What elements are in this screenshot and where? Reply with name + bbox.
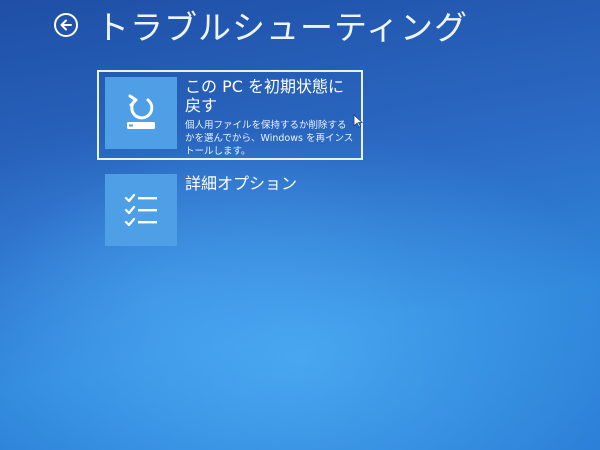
reset-pc-description: 個人用ファイルを保持するか削除するかを選んでから、Windows を再インストー… (185, 120, 354, 157)
reset-pc-icon (127, 94, 155, 129)
page-title: トラブルシューティング (96, 8, 469, 47)
reset-pc-option[interactable]: この PC を初期状態に戻す 個人用ファイルを保持するか削除するかを選んでから、… (97, 70, 363, 160)
back-arrow-icon (60, 19, 72, 31)
back-button[interactable] (54, 13, 78, 37)
reset-pc-tile (105, 77, 177, 149)
advanced-options-title: 詳細オプション (185, 174, 298, 193)
options-list: この PC を初期状態に戻す 個人用ファイルを保持するか削除するかを選んでから、… (97, 70, 363, 250)
checklist-icon (124, 193, 157, 227)
mouse-cursor-icon (353, 114, 363, 128)
header: トラブルシューティング (54, 2, 468, 48)
reset-pc-text: この PC を初期状態に戻す 個人用ファイルを保持するか削除するかを選んでから、… (185, 77, 355, 158)
troubleshoot-screen: トラブルシューティング この PC を初期状態に戻す 個人用ファイルを保持するか… (0, 0, 600, 450)
advanced-options-tile (105, 174, 177, 246)
advanced-options-text: 詳細オプション (185, 174, 355, 193)
advanced-options-option[interactable]: 詳細オプション (97, 170, 363, 250)
reset-pc-title: この PC を初期状態に戻す (185, 77, 344, 115)
